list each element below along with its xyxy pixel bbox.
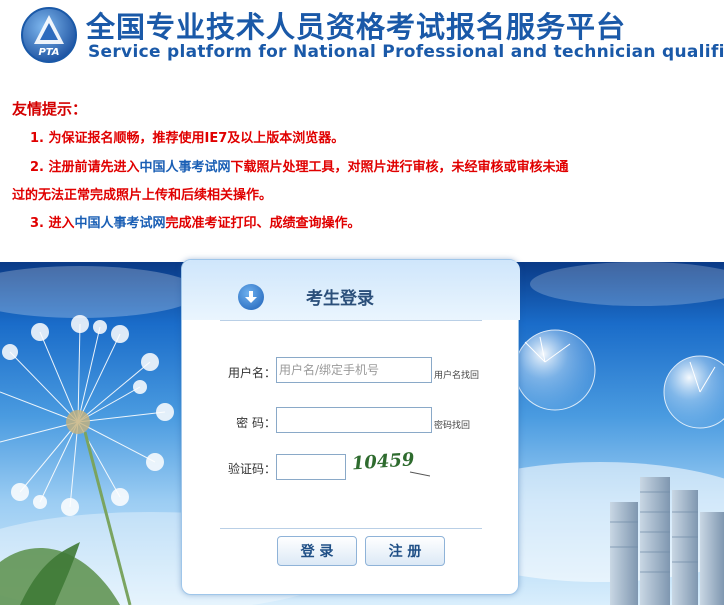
notice-line-3-prefix: 3. 进入: [30, 216, 75, 231]
notice-line-3: 3. 进入中国人事考试网完成准考证打印、成绩查询操作。: [30, 212, 361, 231]
arrow-down-icon: [238, 284, 264, 310]
captcha-image[interactable]: 10459: [350, 449, 431, 480]
login-panel: 考生登录 用户名： 用户名找回 密 码： 密码找回 验证码： 10459 登 录…: [181, 259, 520, 595]
bubble-icon: [514, 329, 724, 429]
recover-password-link[interactable]: 密码找回: [434, 418, 470, 431]
cpta-link-2[interactable]: 中国人事考试网: [75, 216, 166, 231]
username-input[interactable]: [276, 357, 432, 383]
site-title: 全国专业技术人员资格考试报名服务平台: [86, 10, 627, 44]
captcha-input[interactable]: [276, 454, 346, 480]
notice-line-1: 1. 为保证报名顺畅，推荐使用IE7及以上版本浏览器。: [30, 131, 345, 146]
notice-line-3-suffix: 完成准考证打印、成绩查询操作。: [165, 216, 361, 231]
password-input[interactable]: [276, 407, 432, 433]
svg-text:PTA: PTA: [38, 47, 59, 58]
notice-title: 友情提示：: [12, 100, 88, 118]
login-title: 考生登录: [306, 289, 374, 309]
cpta-link-1[interactable]: 中国人事考试网: [140, 160, 231, 175]
password-label: 密 码：: [236, 416, 276, 430]
site-subtitle: Service platform for National Profession…: [88, 42, 724, 62]
notice-line-2-suffix: 下载照片处理工具，对照片进行审核，未经审核或审核未通: [230, 160, 569, 175]
username-label: 用户名：: [227, 366, 276, 380]
header: PTA 全国专业技术人员资格考试报名服务平台 Service platform …: [0, 0, 724, 72]
register-button[interactable]: 注 册: [365, 536, 445, 566]
divider: [220, 528, 482, 529]
captcha-text: 10459: [351, 450, 415, 475]
recover-username-link[interactable]: 用户名找回: [434, 368, 479, 381]
pta-logo-icon: PTA: [21, 7, 77, 63]
login-button[interactable]: 登 录: [277, 536, 357, 566]
page: PTA 全国专业技术人员资格考试报名服务平台 Service platform …: [0, 0, 724, 605]
notice-line-2: 2. 注册前请先进入中国人事考试网下载照片处理工具，对照片进行审核，未经审核或审…: [30, 156, 569, 175]
divider: [220, 320, 482, 321]
notice-line-2-prefix: 2. 注册前请先进入: [30, 160, 140, 175]
captcha-label: 验证码：: [227, 462, 276, 476]
notice-line-2-continued: 过的无法正常完成照片上传和后续相关操作。: [12, 188, 273, 203]
